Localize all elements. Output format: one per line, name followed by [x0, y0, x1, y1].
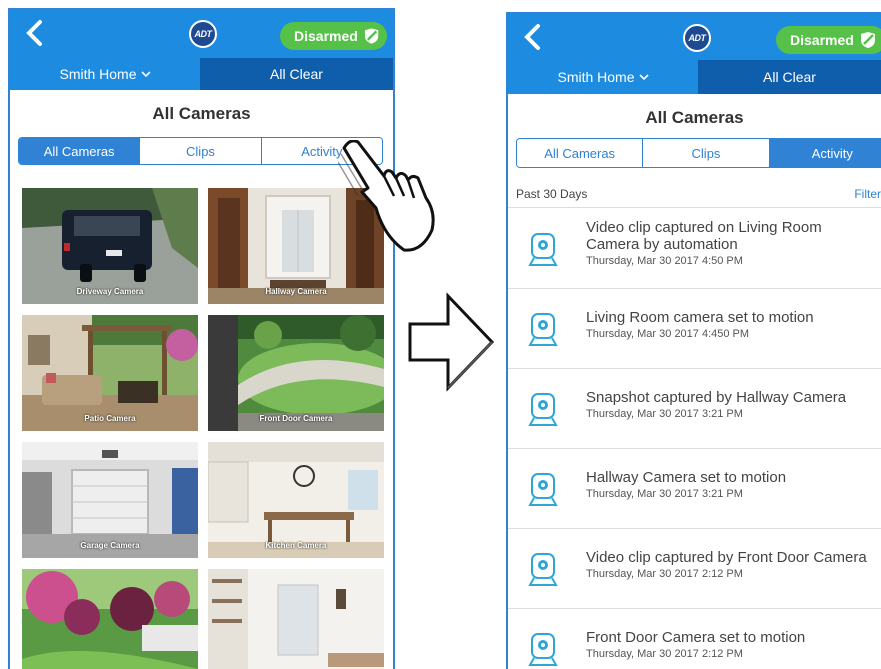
camera-label: Hallway Camera	[265, 287, 327, 296]
status-label: Disarmed	[294, 28, 358, 44]
activity-text: Hallway Camera set to motion Thursday, Ma…	[586, 469, 881, 500]
activity-timestamp: Thursday, Mar 30 2017 4:450 PM	[586, 328, 750, 340]
system-status: All Clear	[698, 60, 881, 94]
chevron-down-icon	[638, 74, 649, 81]
filter-button[interactable]: Filter	[854, 187, 881, 201]
camera-tile-living[interactable]	[208, 569, 384, 669]
page-title: All Cameras	[152, 104, 251, 123]
activity-description: Video clip captured by Front Door Camera	[586, 549, 867, 566]
living-thumbnail	[208, 569, 384, 669]
camera-tile-driveway[interactable]: Driveway Camera	[22, 188, 198, 304]
camera-icon	[528, 553, 558, 586]
tab-all-cameras[interactable]: All Cameras	[517, 139, 644, 167]
camera-tile-front-door[interactable]: Front Door Camera	[208, 315, 384, 431]
camera-label: Kitchen Camera	[265, 541, 327, 550]
top-bar: ADT Disarmed	[10, 10, 393, 58]
camera-icon	[528, 633, 558, 666]
home-label: Smith Home	[557, 69, 635, 85]
camera-icon	[528, 313, 558, 346]
back-chevron-icon[interactable]	[18, 16, 52, 50]
camera-label: Patio Camera	[84, 414, 136, 423]
activity-description: Front Door Camera set to motion	[586, 629, 806, 646]
home-bar: Smith Home All Clear	[508, 60, 881, 94]
camera-icon	[528, 393, 558, 426]
camera-tile-garage[interactable]: Garage Camera	[22, 442, 198, 558]
shield-icon	[860, 32, 875, 48]
camera-label: Garage Camera	[80, 541, 140, 550]
camera-icon	[528, 233, 558, 266]
activity-text: Snapshot captured by Hallway Camera Thurs…	[586, 389, 881, 420]
activity-description: Living Room camera set to motion	[586, 309, 814, 326]
tab-bar: All Cameras Clips Activity	[516, 138, 881, 168]
period-label: Past 30 Days	[516, 187, 588, 201]
home-label: Smith Home	[59, 66, 137, 82]
camera-tile-garden[interactable]	[22, 569, 198, 669]
home-bar: Smith Home All Clear	[10, 58, 393, 90]
activity-text: Living Room camera set to motion Thursday…	[586, 309, 881, 340]
activity-text: Video clip captured on Living Room Camera…	[586, 219, 881, 267]
tab-all-cameras[interactable]: All Cameras	[19, 138, 141, 164]
camera-label: Front Door Camera	[259, 414, 333, 423]
activity-text: Front Door Camera set to motion Thursday,…	[586, 629, 881, 660]
activity-timestamp: Thursday, Mar 30 2017 2:12 PM	[586, 648, 743, 660]
activity-timestamp: Thursday, Mar 30 2017 3:21 PM	[586, 488, 743, 500]
activity-item[interactable]: Front Door Camera set to motion Thursday,…	[508, 609, 881, 669]
camera-label: Driveway Camera	[76, 287, 144, 296]
top-bar: ADT Disarmed	[508, 14, 881, 60]
disarmed-button[interactable]: Disarmed	[280, 22, 387, 50]
tab-clips[interactable]: Clips	[140, 138, 262, 164]
activity-description: Camera by automation	[586, 236, 738, 253]
camera-tile-patio[interactable]: Patio Camera	[22, 315, 198, 431]
shield-icon	[364, 28, 379, 44]
activity-timestamp: Thursday, Mar 30 2017 3:21 PM	[586, 408, 743, 420]
home-selector[interactable]: Smith Home	[508, 60, 698, 94]
activity-filter-bar: Past 30 Days Filter	[508, 178, 881, 208]
camera-icon	[528, 473, 558, 506]
activity-description: Video clip captured on Living Room	[586, 219, 822, 236]
right-arrow-icon	[408, 292, 495, 392]
back-chevron-icon[interactable]	[516, 20, 550, 54]
activity-text: Video clip captured by Front Door Camera…	[586, 549, 881, 580]
system-status: All Clear	[200, 58, 393, 90]
activity-item[interactable]: Video clip captured on Living Room Camera…	[508, 209, 881, 289]
status-label: Disarmed	[790, 32, 854, 48]
adt-logo: ADT	[683, 24, 711, 52]
tab-activity[interactable]: Activity	[769, 139, 881, 167]
pointing-hand-icon	[338, 140, 435, 252]
activity-item[interactable]: Hallway Camera set to motion Thursday, Ma…	[508, 449, 881, 529]
tab-bar: All Cameras Clips Activity	[18, 137, 383, 165]
disarmed-button[interactable]: Disarmed	[776, 26, 881, 54]
page-title: All Cameras	[645, 108, 744, 127]
chevron-down-icon	[140, 71, 151, 78]
activity-item[interactable]: Video clip captured by Front Door Camera…	[508, 529, 881, 609]
left-screen: ADT Disarmed Smith Home All Clear All Ca…	[8, 8, 395, 669]
activity-item[interactable]: Snapshot captured by Hallway Camera Thurs…	[508, 369, 881, 449]
activity-timestamp: Thursday, Mar 30 2017 2:12 PM	[586, 568, 743, 580]
adt-logo: ADT	[189, 20, 217, 48]
tab-clips[interactable]: Clips	[643, 139, 770, 167]
activity-item[interactable]: Living Room camera set to motion Thursday…	[508, 289, 881, 369]
activity-description: Snapshot captured by Hallway Camera	[586, 389, 847, 406]
activity-timestamp: Thursday, Mar 30 2017 4:50 PM	[586, 255, 743, 267]
garden-thumbnail	[22, 569, 198, 669]
activity-description: Hallway Camera set to motion	[586, 469, 787, 486]
home-selector[interactable]: Smith Home	[10, 58, 200, 90]
right-screen: ADT Disarmed Smith Home All Clear All Ca…	[506, 12, 881, 669]
camera-tile-kitchen[interactable]: Kitchen Camera	[208, 442, 384, 558]
